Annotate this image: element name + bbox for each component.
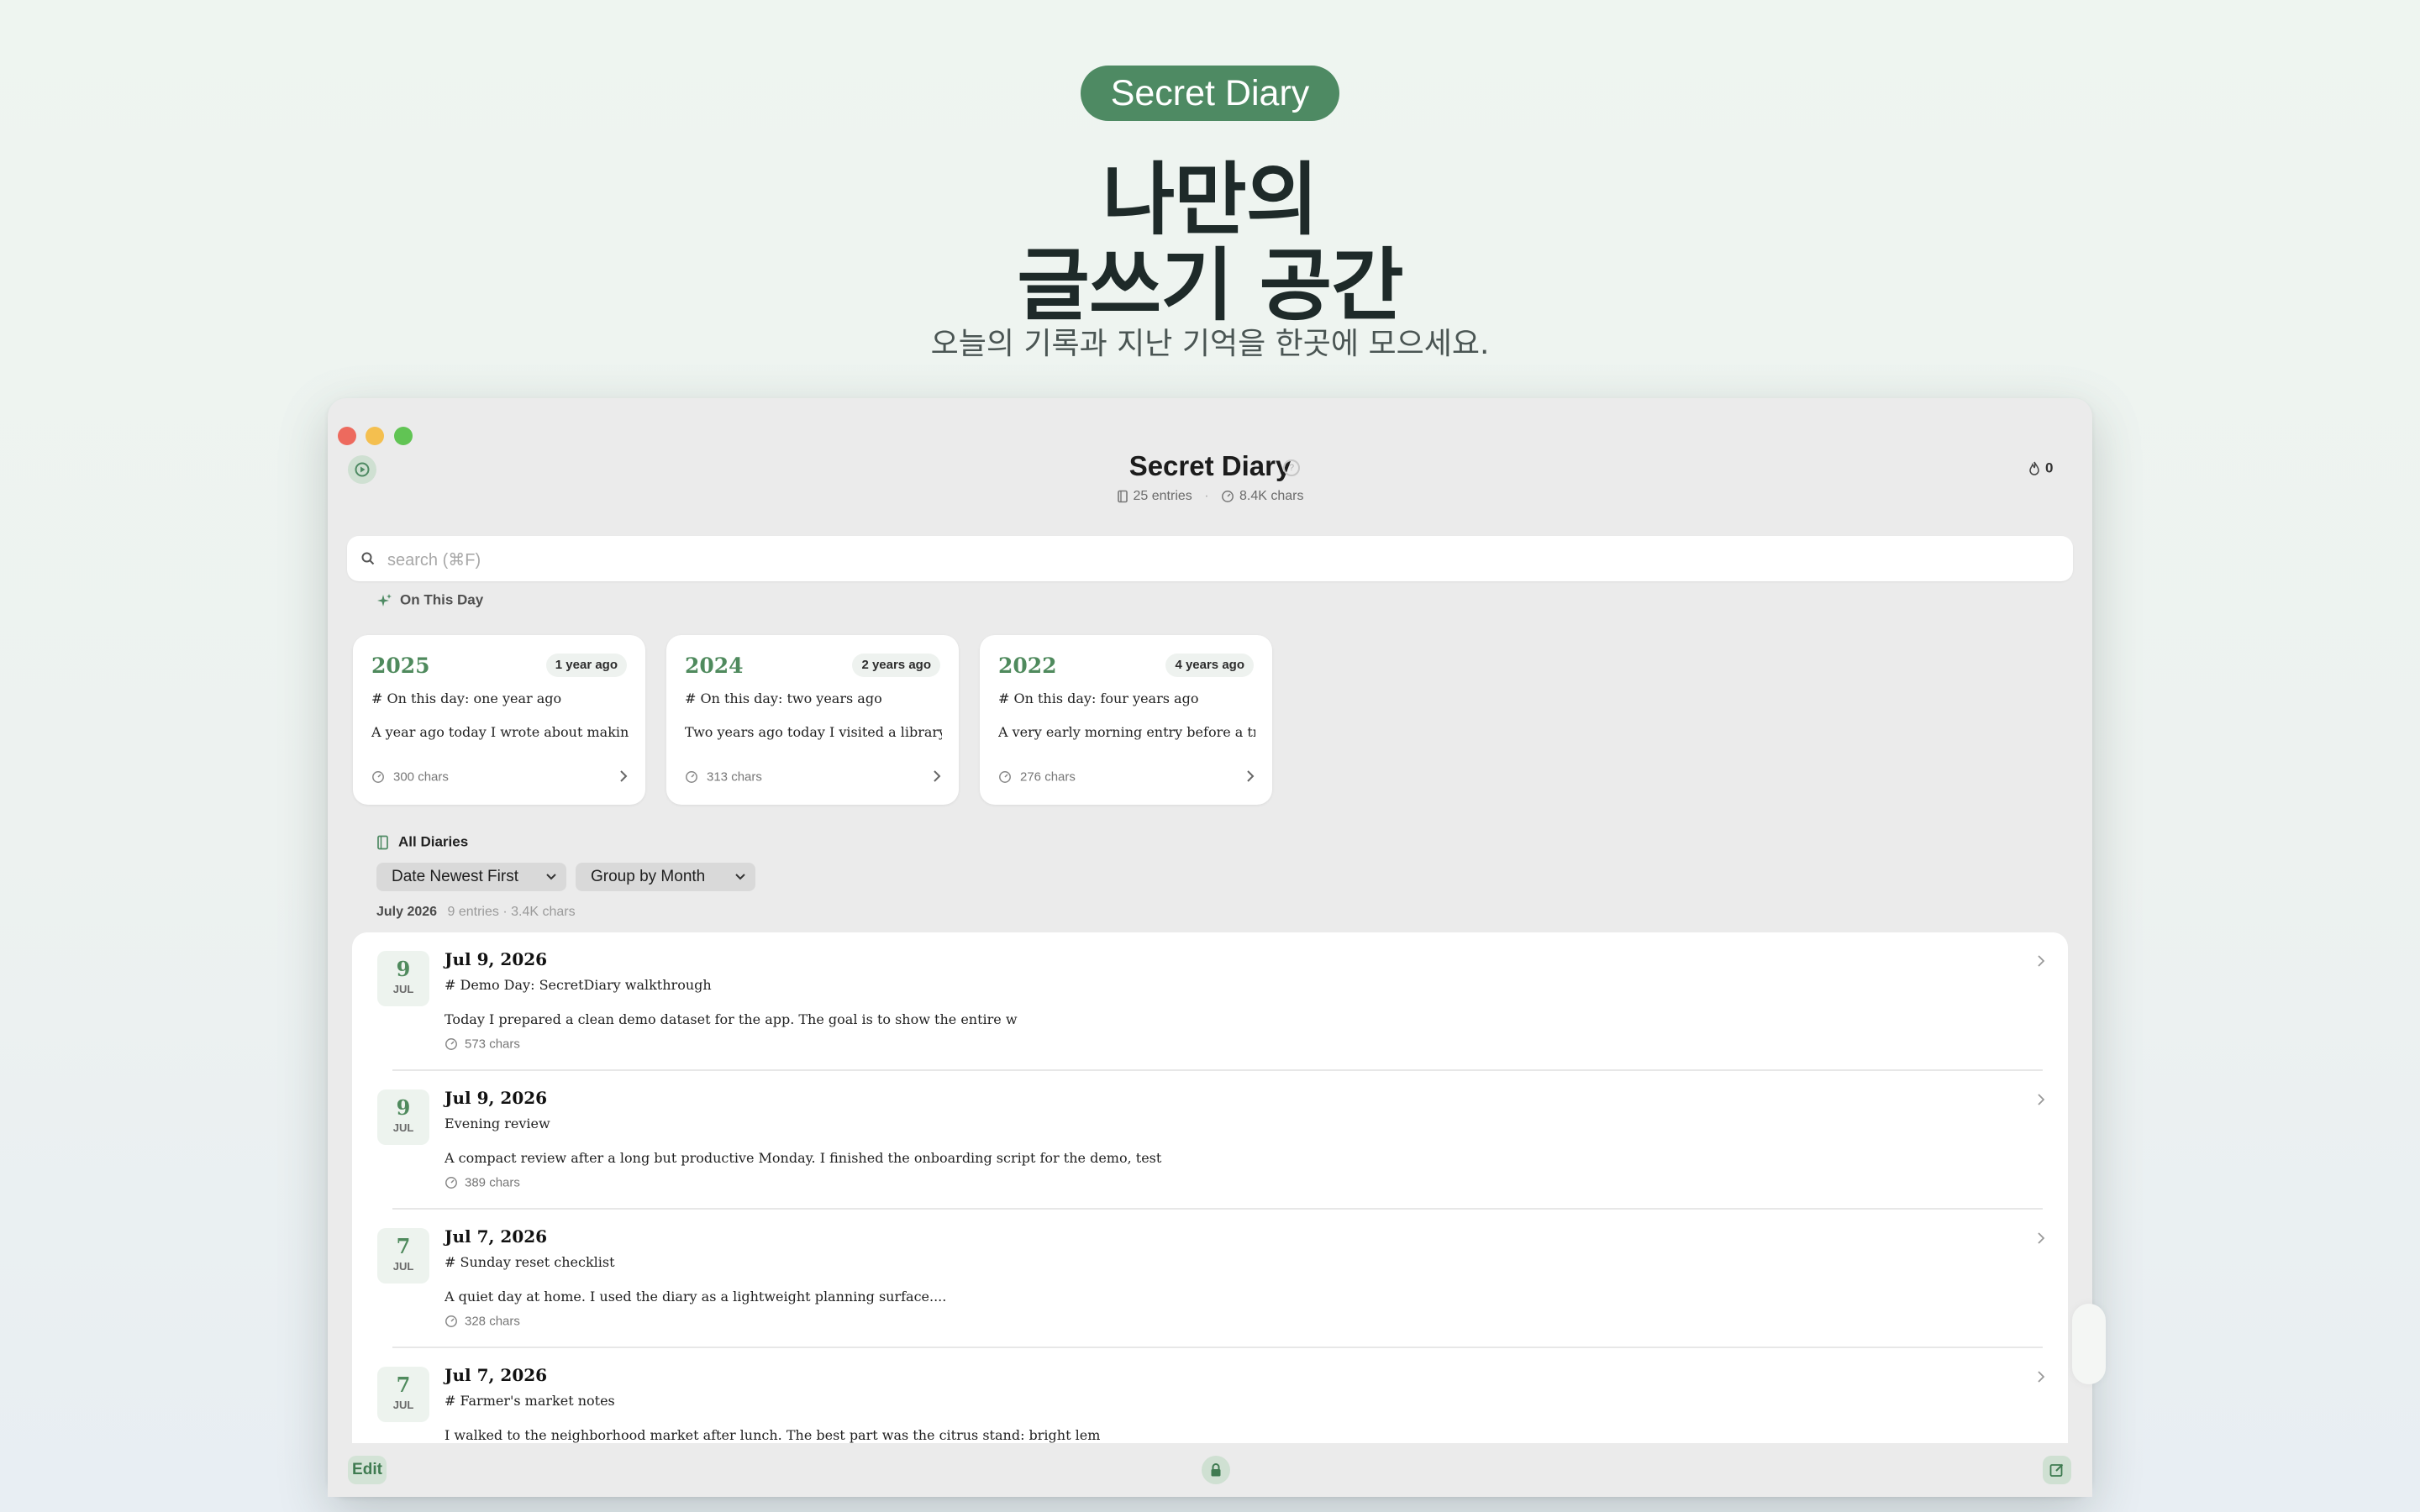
card-ago-badge: 2 years ago	[852, 654, 940, 677]
gauge-icon	[445, 1315, 457, 1327]
search-icon	[361, 552, 375, 565]
card-excerpt: A very early morning entry before a tr..…	[998, 724, 1255, 740]
compose-icon	[2049, 1463, 2064, 1477]
on-this-day-card[interactable]: 2025 1 year ago # On this day: one year …	[353, 635, 645, 805]
gauge-icon	[999, 771, 1011, 783]
edge-decoration	[2072, 1304, 2106, 1384]
on-this-day-card[interactable]: 2022 4 years ago # On this day: four yea…	[980, 635, 1272, 805]
sparkle-icon	[377, 593, 392, 606]
card-chars: 300 chars	[371, 769, 449, 785]
on-this-day-card[interactable]: 2024 2 years ago # On this day: two year…	[666, 635, 959, 805]
info-icon[interactable]: ?	[1283, 459, 1300, 476]
minimize-window-button[interactable]	[366, 427, 384, 445]
subheadline: 오늘의 기록과 지난 기억을 한곳에 모으세요.	[930, 327, 1490, 361]
card-chars: 276 chars	[998, 769, 1076, 785]
search-input[interactable]: search (⌘F)	[387, 549, 481, 570]
month-header: July 2026 9 entries · 3.4K chars	[376, 905, 576, 920]
chevron-down-icon	[735, 874, 745, 880]
card-year: 2025	[371, 654, 430, 678]
entry-date: Jul 7, 2026	[445, 1365, 548, 1385]
card-ago-badge: 4 years ago	[1165, 654, 1254, 677]
date-chip: 7 JUL	[377, 1367, 429, 1422]
date-chip: 7 JUL	[377, 1228, 429, 1284]
card-heading: # On this day: two years ago	[685, 690, 882, 706]
entry-date: Jul 9, 2026	[445, 1088, 548, 1108]
diary-list: 9 JUL Jul 9, 2026 # Demo Day: SecretDiar…	[352, 932, 2068, 1443]
book-icon	[1117, 490, 1128, 503]
gauge-icon	[445, 1038, 457, 1050]
entry-chars: 573 chars	[445, 1037, 520, 1052]
entry-excerpt: I walked to the neighborhood market afte…	[445, 1427, 1101, 1443]
card-excerpt: Two years ago today I visited a library.…	[685, 724, 942, 740]
group-value: Group by Month	[591, 868, 706, 885]
chevron-right-icon	[2038, 1232, 2045, 1244]
flame-icon	[2029, 461, 2039, 475]
entry-title: Evening review	[445, 1116, 550, 1131]
card-heading: # On this day: four years ago	[998, 690, 1199, 706]
app-title: Secret Diary	[1128, 450, 1292, 481]
stats-line: 25 entries · 8.4K chars	[1008, 489, 1412, 504]
chevron-right-icon	[2038, 1371, 2045, 1383]
entry-excerpt: Today I prepared a clean demo dataset fo…	[445, 1011, 1018, 1027]
gauge-icon	[445, 1177, 457, 1189]
chars-count: 8.4K chars	[1239, 489, 1304, 503]
chevron-right-icon	[1247, 770, 1255, 782]
book-icon	[377, 835, 388, 849]
chevron-right-icon	[934, 770, 941, 782]
sort-dropdown[interactable]: Date Newest First	[376, 863, 566, 891]
search-bar[interactable]: search (⌘F)	[347, 536, 2073, 581]
entry-chars: 328 chars	[445, 1314, 520, 1329]
card-ago-badge: 1 year ago	[545, 654, 627, 677]
date-chip: 9 JUL	[377, 1089, 429, 1145]
entry-title: # Sunday reset checklist	[445, 1254, 615, 1270]
card-year: 2022	[998, 654, 1057, 678]
lock-icon	[1211, 1463, 1221, 1477]
gauge-icon	[686, 771, 697, 783]
entry-excerpt: A quiet day at home. I used the diary as…	[445, 1289, 947, 1305]
chevron-right-icon	[620, 770, 628, 782]
replay-button[interactable]	[348, 455, 376, 484]
diary-entry-row[interactable]: 7 JUL Jul 7, 2026 # Sunday reset checkli…	[352, 1210, 2068, 1348]
lock-button[interactable]	[1202, 1456, 1230, 1484]
entry-date: Jul 7, 2026	[445, 1226, 548, 1247]
entry-chars: 389 chars	[445, 1175, 520, 1190]
card-chars: 313 chars	[685, 769, 762, 785]
diary-entry-row[interactable]: 9 JUL Jul 9, 2026 # Demo Day: SecretDiar…	[352, 932, 2068, 1071]
chevron-down-icon	[546, 874, 556, 880]
entry-title: # Demo Day: SecretDiary walkthrough	[445, 977, 712, 993]
entry-title: # Farmer's market notes	[445, 1393, 615, 1409]
card-heading: # On this day: one year ago	[371, 690, 562, 706]
month-name: July 2026	[376, 905, 438, 919]
entries-count: 25 entries	[1133, 489, 1192, 503]
gauge-icon	[1222, 491, 1234, 502]
chevron-right-icon	[2038, 955, 2045, 967]
zoom-window-button[interactable]	[394, 427, 413, 445]
on-this-day-label: On This Day	[376, 591, 483, 609]
gauge-icon	[372, 771, 384, 783]
replay-icon	[355, 462, 370, 477]
all-diaries-label: All Diaries	[376, 833, 468, 851]
edit-button[interactable]: Edit	[348, 1456, 387, 1484]
streak-counter[interactable]: 0	[2028, 459, 2053, 477]
month-meta: 9 entries · 3.4K chars	[447, 905, 576, 919]
card-excerpt: A year ago today I wrote about makin...	[371, 724, 629, 740]
group-dropdown[interactable]: Group by Month	[576, 863, 755, 891]
close-window-button[interactable]	[338, 427, 356, 445]
diary-entry-row[interactable]: 9 JUL Jul 9, 2026 Evening review A compa…	[352, 1071, 2068, 1210]
date-chip: 9 JUL	[377, 951, 429, 1006]
compose-button[interactable]	[2043, 1456, 2071, 1484]
card-year: 2024	[685, 654, 744, 678]
sort-value: Date Newest First	[392, 868, 518, 885]
chevron-right-icon	[2038, 1094, 2045, 1105]
entry-excerpt: A compact review after a long but produc…	[445, 1150, 1162, 1166]
app-name-pill: Secret Diary	[1081, 66, 1339, 121]
entry-date: Jul 9, 2026	[445, 949, 548, 969]
diary-entry-row[interactable]: 7 JUL Jul 7, 2026 # Farmer's market note…	[352, 1348, 2068, 1443]
